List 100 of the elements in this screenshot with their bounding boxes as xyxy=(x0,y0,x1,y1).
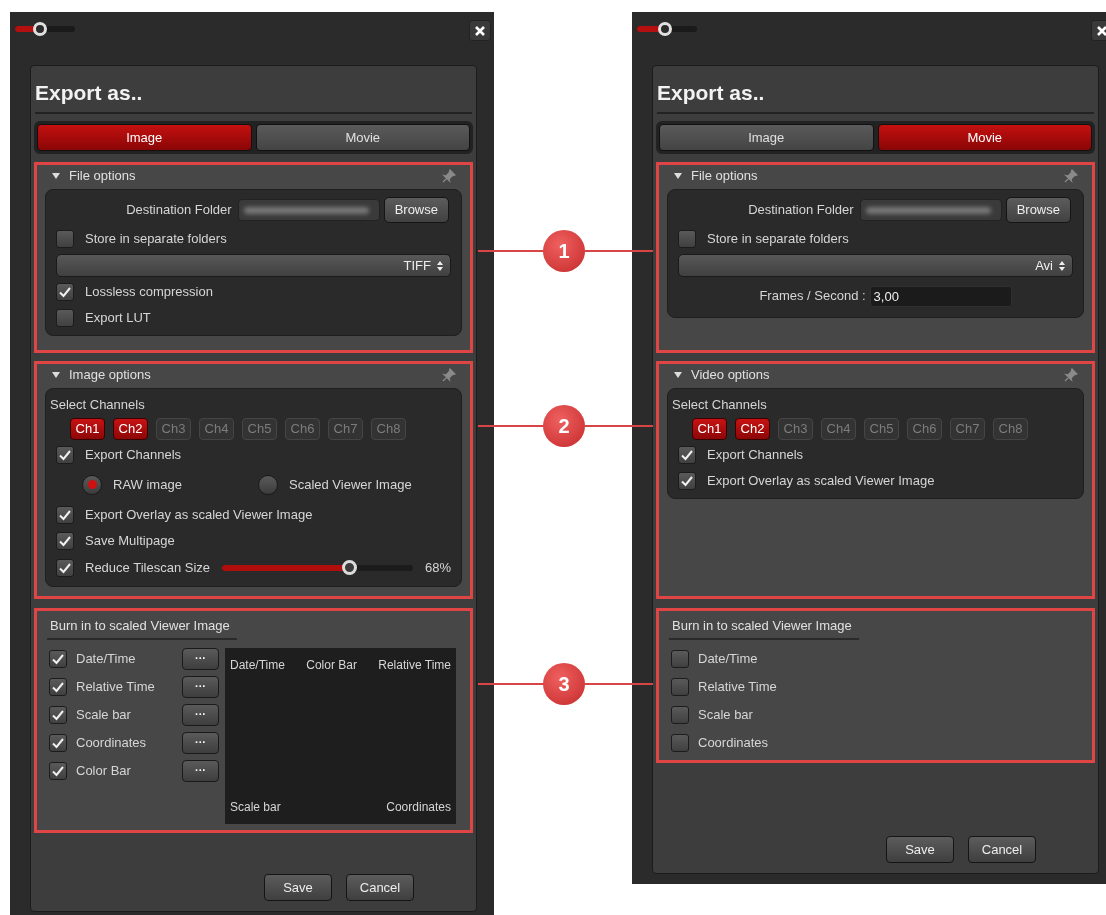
updown-arrows-icon xyxy=(1058,259,1066,272)
dialog-button[interactable]: Save xyxy=(264,874,332,901)
dialog-button[interactable]: Cancel xyxy=(968,836,1036,863)
field-label: Select Channels xyxy=(672,396,768,414)
leader-line xyxy=(585,250,653,252)
dialog-title: Export as.. xyxy=(35,80,144,106)
checkbox[interactable] xyxy=(678,471,696,490)
overlay-label: Scale bar xyxy=(230,798,281,816)
checkbox[interactable] xyxy=(56,445,74,464)
option-label: Scale bar xyxy=(698,705,754,724)
tab[interactable]: Image xyxy=(659,124,874,151)
overlay-label: Coordinates xyxy=(386,798,451,816)
checkbox[interactable] xyxy=(678,230,696,248)
checkbox[interactable] xyxy=(49,649,67,668)
settings-button[interactable]: ··· xyxy=(182,731,219,754)
radio-button[interactable] xyxy=(258,474,278,495)
slider-thumb[interactable] xyxy=(33,22,48,36)
radio-button[interactable] xyxy=(82,474,102,495)
dialog-title: Export as.. xyxy=(657,80,766,106)
leader-line xyxy=(585,683,653,685)
overlay-label: Date/Time xyxy=(230,656,285,674)
option-label: Date/Time xyxy=(76,649,137,668)
settings-button[interactable]: ··· xyxy=(182,647,219,670)
checkbox[interactable] xyxy=(56,230,74,248)
channel-toggle[interactable]: Ch2 xyxy=(113,417,148,440)
checkbox[interactable] xyxy=(49,733,67,752)
section-title: File options xyxy=(69,167,137,186)
field-label: Destination Folder xyxy=(126,201,232,220)
close-icon xyxy=(1096,24,1106,37)
tab[interactable]: Image xyxy=(37,124,252,151)
slider-thumb[interactable] xyxy=(657,22,672,36)
format-dropdown[interactable]: Avi xyxy=(678,254,1073,277)
folder-field[interactable] xyxy=(859,199,1002,221)
checkbox[interactable] xyxy=(56,558,74,577)
checkbox[interactable] xyxy=(49,677,67,696)
section-title: Burn in to scaled Viewer Image xyxy=(50,618,230,633)
tab[interactable]: Movie xyxy=(877,124,1092,151)
channel-toggle[interactable]: Ch2 xyxy=(735,417,770,440)
pin-icon xyxy=(442,368,456,382)
checkbox-label: Store in separate folders xyxy=(85,230,227,249)
zoom-slider[interactable] xyxy=(636,22,698,36)
leader-line xyxy=(585,425,653,427)
settings-button[interactable]: ··· xyxy=(182,703,219,726)
checkbox-label: Export Channels xyxy=(85,445,182,464)
leader-line xyxy=(478,250,544,252)
dialog-button[interactable]: Cancel xyxy=(346,874,414,901)
checkbox[interactable] xyxy=(49,761,67,780)
updown-arrows-icon xyxy=(436,259,444,272)
option-label: Scale bar xyxy=(76,705,132,724)
zoom-slider[interactable] xyxy=(14,22,76,36)
browse-button[interactable]: Browse xyxy=(383,197,449,223)
channel-toggle[interactable]: Ch1 xyxy=(70,417,105,440)
section-title: File options xyxy=(691,167,759,186)
checkbox-label: Store in separate folders xyxy=(707,230,849,249)
checkbox-label: Export Overlay as scaled Viewer Image xyxy=(707,471,935,490)
field-label: Frames / Second : xyxy=(759,287,866,306)
checkbox[interactable] xyxy=(56,531,74,550)
checkbox[interactable] xyxy=(671,649,689,668)
dropdown-value: Avi xyxy=(1035,256,1053,275)
format-dropdown[interactable]: TIFF xyxy=(56,254,451,277)
radio-label: Scaled Viewer Image xyxy=(289,475,412,494)
close-icon xyxy=(474,24,486,37)
browse-button[interactable]: Browse xyxy=(1005,197,1071,223)
checkbox[interactable] xyxy=(678,445,696,464)
disclosure-triangle-icon[interactable] xyxy=(51,370,61,380)
checkbox[interactable] xyxy=(49,705,67,724)
slider-value: 68% xyxy=(423,558,451,577)
channel-toggle[interactable]: Ch1 xyxy=(692,417,727,440)
frames-field[interactable]: 3,00 xyxy=(869,285,1012,307)
disclosure-triangle-icon[interactable] xyxy=(673,171,683,181)
callout-number: 3 xyxy=(543,663,585,705)
checkbox[interactable] xyxy=(671,733,689,752)
option-label: Date/Time xyxy=(698,649,759,668)
dialog-button[interactable]: Save xyxy=(886,836,954,863)
check-icon xyxy=(58,285,72,299)
dropdown-value: TIFF xyxy=(403,256,431,275)
option-label: Coordinates xyxy=(76,733,148,752)
checkbox[interactable] xyxy=(56,505,74,524)
checkbox-label: Reduce Tilescan Size xyxy=(85,558,210,577)
field-label: Destination Folder xyxy=(748,201,854,220)
disclosure-triangle-icon[interactable] xyxy=(51,171,61,181)
checkbox[interactable] xyxy=(56,309,74,327)
disclosure-triangle-icon[interactable] xyxy=(673,370,683,380)
field-label: Select Channels xyxy=(50,396,146,414)
checkbox[interactable] xyxy=(671,677,689,696)
leader-line xyxy=(478,683,544,685)
folder-field[interactable] xyxy=(237,199,380,221)
tab[interactable]: Movie xyxy=(255,124,470,151)
callout-number: 1 xyxy=(543,230,585,272)
size-slider[interactable] xyxy=(222,560,413,575)
option-label: Color Bar xyxy=(76,761,132,780)
slider-thumb[interactable] xyxy=(341,560,357,575)
callout-number: 2 xyxy=(543,405,585,447)
checkbox[interactable] xyxy=(56,283,74,301)
checkbox-label: Export Channels xyxy=(707,445,804,464)
checkbox[interactable] xyxy=(671,705,689,724)
settings-button[interactable]: ··· xyxy=(182,759,219,782)
close-button[interactable] xyxy=(469,20,491,41)
overlay-label: Relative Time xyxy=(378,656,451,674)
settings-button[interactable]: ··· xyxy=(182,675,219,698)
